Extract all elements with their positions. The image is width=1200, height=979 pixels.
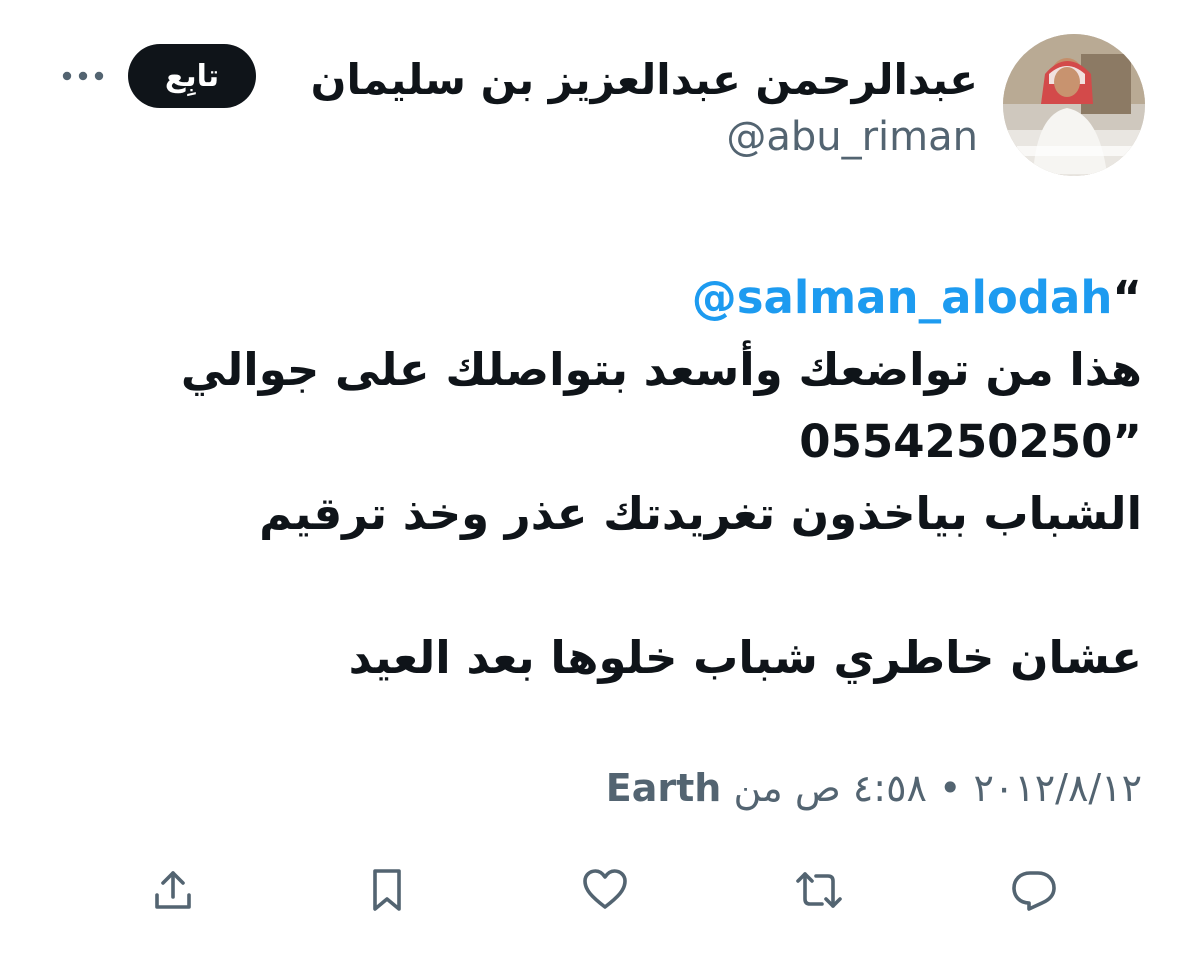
- tweet-text: “@salman_alodah هذا من تواضعك وأسعد بتوا…: [92, 262, 1142, 694]
- bookmark-icon: [373, 869, 401, 911]
- phone-number: 0554250250: [799, 415, 1113, 468]
- tweet-date[interactable]: ٢٠١٢/٨/١٢: [974, 766, 1142, 810]
- tweet-line-6: عشان خاطري شباب خلوها بعد العيد: [348, 631, 1142, 684]
- avatar-photo: [1003, 34, 1145, 176]
- avatar[interactable]: [1003, 34, 1145, 176]
- source-prefix: من: [733, 766, 783, 810]
- author-display-name[interactable]: عبدالرحمن عبدالعزيز بن سليمان: [311, 52, 978, 108]
- mention-link[interactable]: @salman_alodah: [692, 271, 1113, 324]
- share-icon: [155, 871, 191, 909]
- tweet-line-2: هذا من تواضعك وأسعد بتواصلك على جوالي: [180, 343, 1142, 396]
- share-button[interactable]: [141, 858, 205, 922]
- like-button[interactable]: [573, 858, 637, 922]
- tweet-line-mention: “@salman_alodah: [92, 262, 1142, 334]
- tweet-line-phone: 0554250250”: [92, 406, 1142, 478]
- meta-separator: •: [939, 766, 962, 810]
- phone-run: 0554250250”: [799, 415, 1142, 468]
- open-quote: “: [1112, 271, 1142, 324]
- reply-icon: [1012, 871, 1056, 911]
- reply-button[interactable]: [1002, 858, 1066, 922]
- author-handle[interactable]: @abu_riman: [726, 110, 978, 164]
- heart-icon: [583, 869, 627, 909]
- action-bar: [0, 850, 1200, 930]
- close-quote: ”: [1112, 415, 1142, 468]
- tweet-source: Earth: [605, 766, 722, 810]
- tweet-meta: ٢٠١٢/٨/١٢ • ٤:٥٨ ص من Earth: [606, 758, 1142, 818]
- bookmark-button[interactable]: [355, 858, 419, 922]
- follow-button[interactable]: تابِع: [128, 44, 256, 108]
- more-horizontal-icon: [62, 71, 104, 81]
- tweet-line-4: الشباب بياخذون تغريدتك عذر وخذ ترقيم: [259, 487, 1142, 540]
- tweet-time[interactable]: ٤:٥٨ ص: [795, 766, 927, 810]
- retweet-button[interactable]: [787, 858, 851, 922]
- retweet-icon: [796, 872, 842, 908]
- more-options-button[interactable]: [58, 58, 108, 94]
